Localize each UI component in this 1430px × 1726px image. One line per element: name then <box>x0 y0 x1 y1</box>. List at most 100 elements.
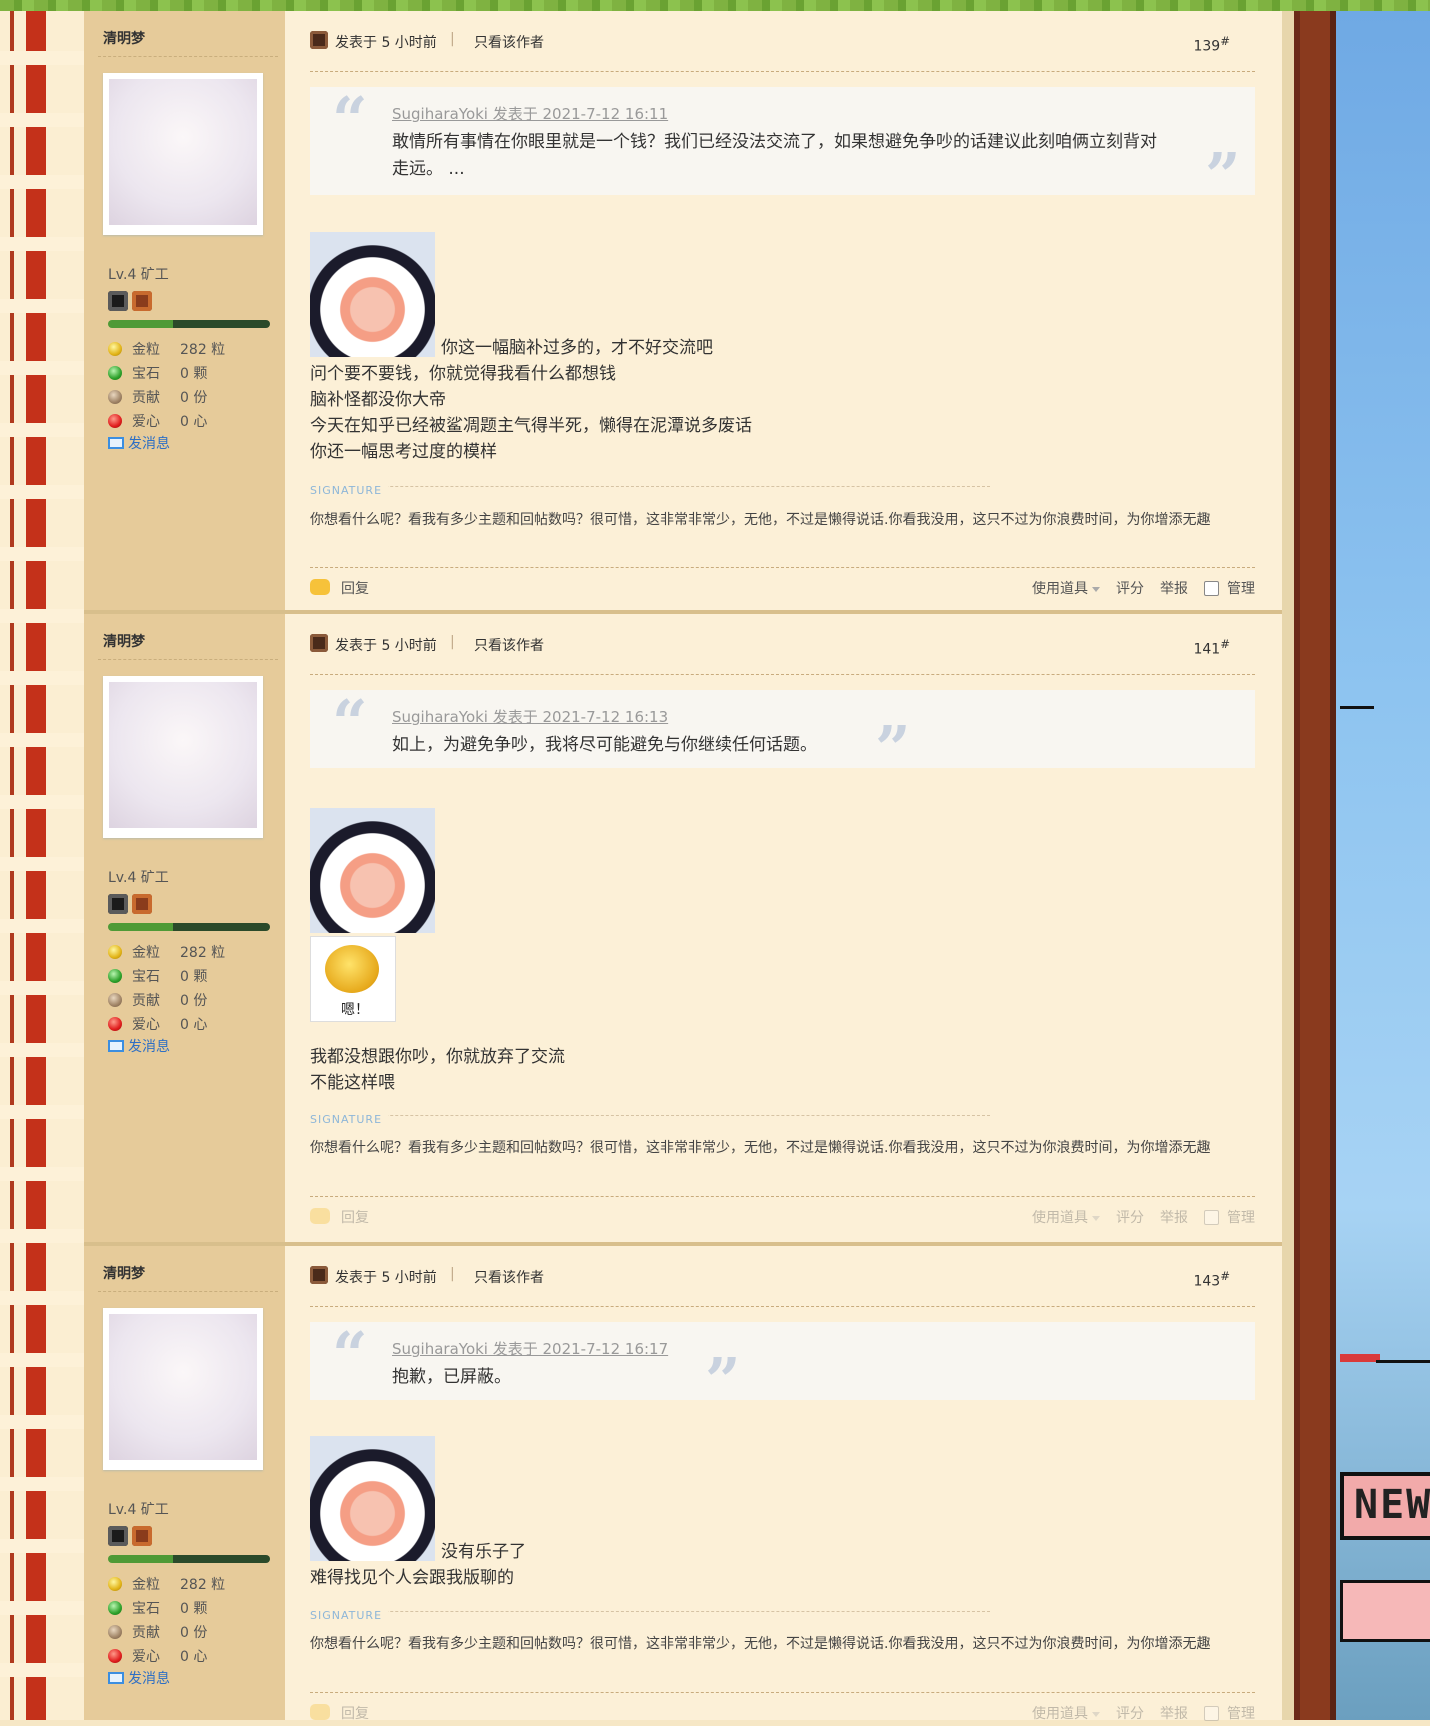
quote-block: “ SugiharaYoki 发表于 2021-7-12 16:13 如上，为避… <box>310 690 1255 780</box>
reply-icon[interactable] <box>310 1704 330 1720</box>
medal-list <box>108 1526 152 1546</box>
floor-value: 141 <box>1193 641 1221 658</box>
quote-close-icon: ” <box>1205 139 1241 212</box>
author-name[interactable]: 清明梦 <box>103 631 145 651</box>
floor-value: 143 <box>1193 1273 1221 1290</box>
rate-button[interactable]: 评分 <box>1116 1703 1144 1723</box>
report-button[interactable]: 举报 <box>1160 1703 1188 1723</box>
floor-number[interactable]: 141# <box>1193 637 1230 658</box>
report-button[interactable]: 举报 <box>1160 578 1188 598</box>
manage-button[interactable]: 管理 <box>1227 1207 1255 1227</box>
chest-medal-icon[interactable] <box>132 291 152 311</box>
sticker-image[interactable] <box>310 232 435 357</box>
post-content-line: 你还一幅思考过度的模样 <box>310 442 497 462</box>
report-button[interactable]: 举报 <box>1160 1207 1188 1227</box>
manage-checkbox[interactable] <box>1204 1705 1219 1721</box>
floor-number[interactable]: 143# <box>1193 1269 1230 1290</box>
divider <box>310 71 1255 72</box>
quote-block: “ SugiharaYoki 发表于 2021-7-12 16:17 抱歉，已屏… <box>310 1318 1255 1412</box>
stat-love: 爱心 0 心 <box>108 409 225 433</box>
contribution-icon <box>108 993 122 1007</box>
divider <box>310 1692 1255 1693</box>
sticker-image[interactable] <box>310 808 435 933</box>
signature-text: 你想看什么呢？看我有多少主题和回帖数吗？很可惜，这非常非常少，无他，不过是懒得说… <box>310 1140 1211 1156</box>
post: 清明梦 Lv.4 矿工 金粒 282 粒 宝石 0 颗 贡献 0 份 爱心 0 心 发消… <box>84 614 1282 1246</box>
helmet-medal-icon[interactable] <box>108 1526 128 1546</box>
quote-source-link[interactable]: SugiharaYoki 发表于 2021-7-12 16:17 <box>392 1338 668 1359</box>
sticker-image[interactable] <box>310 1436 435 1561</box>
rate-button[interactable]: 评分 <box>1116 1207 1144 1227</box>
use-item-button[interactable]: 使用道具 <box>1016 1207 1100 1227</box>
stat-label: 爱心 <box>132 414 160 430</box>
reply-button[interactable]: 回复 <box>341 1703 369 1723</box>
gold-icon <box>108 945 122 959</box>
online-status-icon <box>310 31 328 49</box>
stat-gem: 宝石 0 颗 <box>108 361 225 385</box>
post-actions: 回复 使用道具 评分 举报 管理 <box>310 1206 1255 1230</box>
floor-number[interactable]: 139# <box>1193 34 1230 55</box>
stat-label: 金粒 <box>132 342 160 358</box>
post-tools: 使用道具 评分 举报 管理 <box>1000 1703 1255 1723</box>
helmet-medal-icon[interactable] <box>108 291 128 311</box>
stat-label: 宝石 <box>132 969 160 985</box>
floor-mark: # <box>1220 637 1230 651</box>
stat-gem: 宝石 0 颗 <box>108 964 225 988</box>
author-name[interactable]: 清明梦 <box>103 28 145 48</box>
stat-label: 爱心 <box>132 1649 160 1665</box>
post-meta: 发表于 5 小时前 | 只看该作者 139# <box>310 30 1240 60</box>
stat-value: 282 粒 <box>180 945 226 961</box>
quote-text: 抱歉，已屏蔽。 <box>392 1367 511 1387</box>
divider <box>310 1306 1255 1307</box>
quote-open-icon: “ <box>332 1318 368 1391</box>
reply-icon[interactable] <box>310 579 330 595</box>
only-author-link[interactable]: 只看该作者 <box>474 32 544 52</box>
post-content-line: 没有乐子了 <box>441 1542 526 1562</box>
mail-icon <box>108 1672 124 1684</box>
signature-label: SIGNATURE <box>310 484 389 497</box>
reply-icon[interactable] <box>310 1208 330 1224</box>
reply-button[interactable]: 回复 <box>341 578 369 598</box>
stat-label: 爱心 <box>132 1017 160 1033</box>
use-item-label: 使用道具 <box>1032 581 1088 597</box>
user-stats: 金粒 282 粒 宝石 0 颗 贡献 0 份 爱心 0 心 <box>108 1572 225 1668</box>
user-stats: 金粒 282 粒 宝石 0 颗 贡献 0 份 爱心 0 心 <box>108 337 225 433</box>
signature-label: SIGNATURE <box>310 1113 389 1126</box>
send-message-link[interactable]: 发消息 <box>108 1668 170 1688</box>
avatar[interactable] <box>103 73 263 235</box>
divider <box>98 659 278 660</box>
heart-apple-icon <box>108 1649 122 1663</box>
chest-medal-icon[interactable] <box>132 1526 152 1546</box>
manage-checkbox[interactable] <box>1204 580 1219 596</box>
only-author-link[interactable]: 只看该作者 <box>474 635 544 655</box>
heart-apple-icon <box>108 414 122 428</box>
manage-checkbox[interactable] <box>1204 1209 1219 1225</box>
smiley-sticker[interactable]: 嗯！ <box>310 936 396 1022</box>
helmet-medal-icon[interactable] <box>108 894 128 914</box>
manage-button[interactable]: 管理 <box>1227 578 1255 598</box>
use-item-button[interactable]: 使用道具 <box>1016 578 1100 598</box>
use-item-button[interactable]: 使用道具 <box>1016 1703 1100 1723</box>
quote-text: 敢情所有事情在你眼里就是一个钱？我们已经没法交流了，如果想避免争吵的话建议此刻咱… <box>392 132 1157 179</box>
author-name[interactable]: 清明梦 <box>103 1263 145 1283</box>
post-content-line: 难得找见个人会跟我版聊的 <box>310 1568 514 1588</box>
send-message-link[interactable]: 发消息 <box>108 1036 170 1056</box>
post-content-line: 你这一幅脑补过多的，才不好交流吧 <box>441 338 713 358</box>
manage-button[interactable]: 管理 <box>1227 1703 1255 1723</box>
send-message-link[interactable]: 发消息 <box>108 433 170 453</box>
avatar[interactable] <box>103 1308 263 1470</box>
stat-contribution: 贡献 0 份 <box>108 1620 225 1644</box>
quote-source-link[interactable]: SugiharaYoki 发表于 2021-7-12 16:13 <box>392 706 668 727</box>
stat-contribution: 贡献 0 份 <box>108 988 225 1012</box>
reply-button[interactable]: 回复 <box>341 1207 369 1227</box>
rate-button[interactable]: 评分 <box>1116 578 1144 598</box>
avatar[interactable] <box>103 676 263 838</box>
signature-label: SIGNATURE <box>310 1609 389 1622</box>
stat-value: 0 心 <box>180 414 208 430</box>
divider <box>98 56 278 57</box>
chest-medal-icon[interactable] <box>132 894 152 914</box>
only-author-link[interactable]: 只看该作者 <box>474 1267 544 1287</box>
avatar-image <box>109 1314 257 1460</box>
mail-icon <box>108 1040 124 1052</box>
quote-source-link[interactable]: SugiharaYoki 发表于 2021-7-12 16:11 <box>392 103 668 124</box>
stat-gem: 宝石 0 颗 <box>108 1596 225 1620</box>
